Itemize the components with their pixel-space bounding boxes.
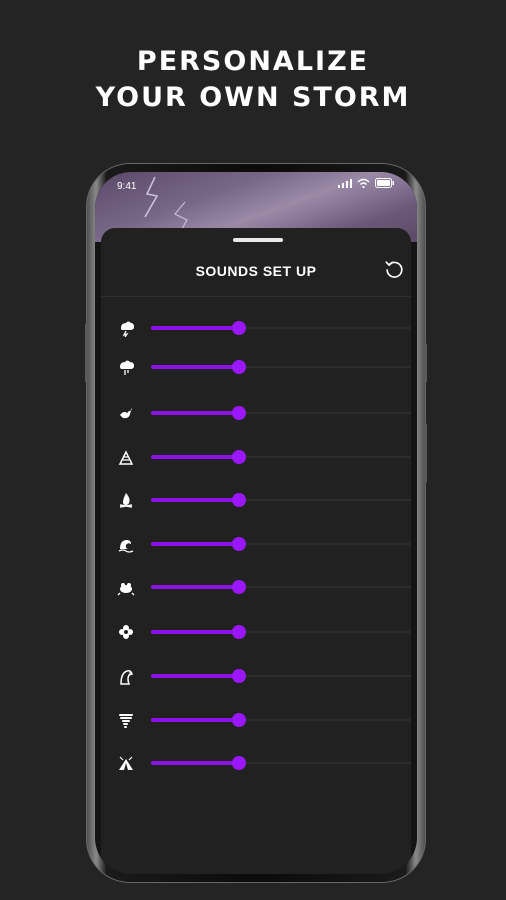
battery-icon	[375, 178, 394, 188]
sound-row	[101, 618, 411, 646]
bird-icon	[120, 408, 132, 419]
tent-icon	[119, 756, 133, 770]
volume-slider-fill	[151, 542, 240, 546]
volume-slider-fill	[151, 585, 240, 589]
sound-row	[101, 530, 411, 558]
status-bar: 9:41	[95, 172, 417, 196]
sound-row	[101, 314, 411, 342]
status-time: 9:41	[117, 181, 137, 192]
campfire-icon	[119, 493, 133, 508]
phone-side-button	[423, 423, 427, 483]
sound-row	[101, 706, 411, 734]
volume-slider-thumb[interactable]	[232, 713, 247, 727]
volume-slider-fill	[151, 455, 240, 459]
wifi-icon	[357, 178, 370, 188]
headline-line-1: PERSONALIZE	[136, 46, 370, 77]
phone-side-button	[423, 343, 427, 383]
headline-line-2: YOUR OWN STORM	[95, 82, 411, 113]
waves-icon	[118, 540, 134, 553]
flower-icon	[119, 625, 133, 639]
sound-row	[101, 749, 411, 777]
reset-icon[interactable]	[383, 258, 405, 280]
volume-slider-thumb[interactable]	[232, 537, 247, 551]
volume-slider-track[interactable]	[151, 669, 411, 683]
volume-slider-thumb[interactable]	[232, 360, 247, 374]
volume-slider-track[interactable]	[151, 406, 411, 420]
volume-slider-track[interactable]	[151, 537, 411, 551]
volume-slider-thumb[interactable]	[232, 756, 247, 770]
volume-slider-track[interactable]	[151, 321, 411, 335]
headline: PERSONALIZE YOUR OWN STORM	[0, 44, 506, 116]
sound-row	[101, 353, 411, 381]
volume-slider-thumb[interactable]	[232, 406, 247, 420]
volume-slider-track[interactable]	[151, 756, 411, 770]
tornado-icon	[119, 714, 133, 728]
frog-icon	[117, 583, 135, 596]
volume-slider-thumb[interactable]	[232, 625, 247, 639]
signal-icon	[338, 179, 352, 188]
sound-row	[101, 443, 411, 471]
volume-slider-fill	[151, 365, 240, 369]
volume-slider-track[interactable]	[151, 493, 411, 507]
sheet-drag-handle[interactable]	[233, 238, 283, 242]
volume-slider-fill	[151, 674, 240, 678]
sounds-sheet: SOUNDS SET UP	[101, 228, 411, 874]
volume-slider-track[interactable]	[151, 360, 411, 374]
volume-slider-thumb[interactable]	[232, 321, 247, 335]
volume-slider-track[interactable]	[151, 625, 411, 639]
crickets-icon	[118, 450, 134, 465]
volume-slider-track[interactable]	[151, 580, 411, 594]
volume-slider-track[interactable]	[151, 450, 411, 464]
rain-cloud-icon	[120, 360, 134, 375]
sheet-title: SOUNDS SET UP	[195, 263, 317, 279]
phone-screen: 9:41 SOUNDS SET UP	[95, 172, 417, 874]
volume-slider-fill	[151, 498, 240, 502]
volume-slider-thumb[interactable]	[232, 493, 247, 507]
sound-row	[101, 399, 411, 427]
volume-slider-thumb[interactable]	[232, 669, 247, 683]
volume-slider-track[interactable]	[151, 713, 411, 727]
volume-slider-thumb[interactable]	[232, 450, 247, 464]
volume-slider-fill	[151, 326, 240, 330]
divider	[101, 296, 411, 297]
sound-row	[101, 662, 411, 690]
volume-slider-fill	[151, 761, 240, 765]
owl-icon	[120, 670, 133, 685]
phone-frame: 9:41 SOUNDS SET UP	[85, 163, 427, 883]
sound-row	[101, 486, 411, 514]
sound-row	[101, 573, 411, 601]
phone-side-button	[85, 323, 89, 383]
volume-slider-fill	[151, 630, 240, 634]
volume-slider-fill	[151, 411, 240, 415]
volume-slider-thumb[interactable]	[232, 580, 247, 594]
thunderstorm-icon	[121, 321, 134, 337]
volume-slider-fill	[151, 718, 240, 722]
